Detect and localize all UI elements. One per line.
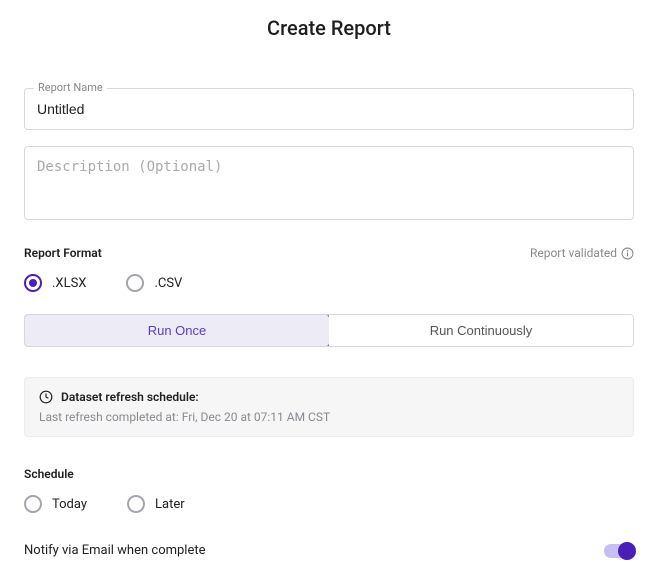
schedule-radio-group: Today Later	[24, 495, 634, 513]
page-title: Create Report	[24, 16, 634, 40]
radio-icon	[24, 274, 42, 292]
radio-dot-icon	[29, 279, 37, 287]
run-once-button[interactable]: Run Once	[24, 314, 330, 347]
refresh-schedule-box: Dataset refresh schedule: Last refresh c…	[24, 377, 634, 437]
format-label: Report Format	[24, 246, 102, 260]
run-mode-toggle-group: Run Once Run Continuously	[24, 314, 634, 347]
format-radio-group: .XLSX .CSV	[24, 274, 634, 292]
notify-row: Notify via Email when complete	[24, 543, 634, 558]
validated-text: Report validated	[530, 246, 617, 260]
schedule-radio-today[interactable]: Today	[24, 495, 87, 513]
toggle-thumb-icon	[618, 542, 636, 560]
info-icon[interactable]	[621, 247, 634, 260]
radio-label: Today	[52, 497, 87, 512]
radio-icon	[127, 495, 145, 513]
description-field-wrap	[24, 146, 634, 224]
refresh-last-text: Last refresh completed at: Fri, Dec 20 a…	[39, 410, 619, 424]
format-radio-xlsx[interactable]: .XLSX	[24, 274, 86, 292]
refresh-title-row: Dataset refresh schedule:	[39, 390, 619, 404]
radio-label: Later	[155, 497, 185, 512]
notify-toggle[interactable]	[604, 544, 634, 558]
report-name-field-wrap: Report Name	[24, 88, 634, 130]
report-name-input[interactable]	[24, 88, 634, 130]
radio-icon	[126, 274, 144, 292]
description-input[interactable]	[24, 146, 634, 220]
radio-label: .CSV	[154, 276, 182, 291]
radio-icon	[24, 495, 42, 513]
report-name-label: Report Name	[34, 81, 107, 94]
format-section-row: Report Format Report validated	[24, 246, 634, 260]
schedule-radio-later[interactable]: Later	[127, 495, 185, 513]
refresh-title: Dataset refresh schedule:	[61, 390, 199, 404]
validated-status: Report validated	[530, 246, 634, 260]
radio-label: .XLSX	[52, 276, 86, 291]
run-continuously-button[interactable]: Run Continuously	[329, 315, 633, 346]
clock-icon	[39, 390, 53, 404]
notify-label: Notify via Email when complete	[24, 543, 206, 558]
schedule-label: Schedule	[24, 467, 634, 481]
format-radio-csv[interactable]: .CSV	[126, 274, 182, 292]
